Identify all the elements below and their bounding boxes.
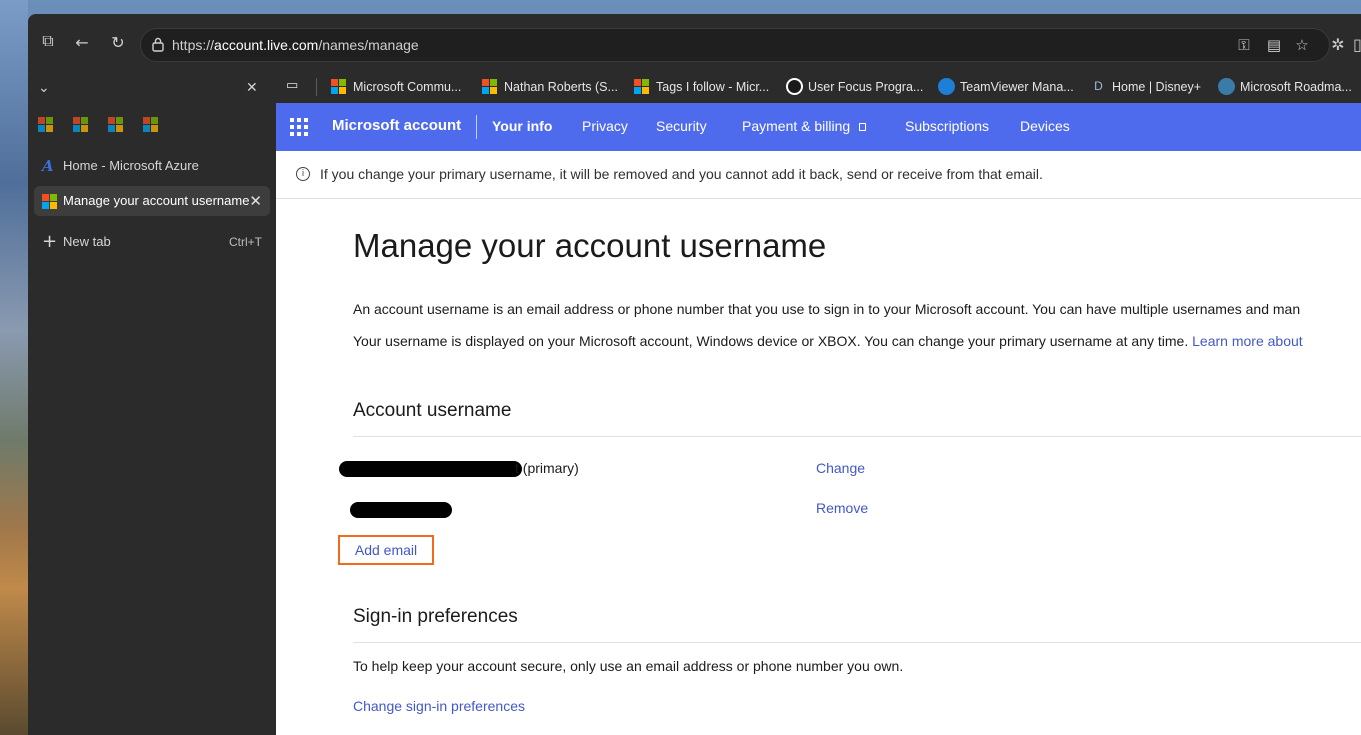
pinned-tabs — [38, 116, 178, 134]
brand-link[interactable]: Microsoft account — [332, 117, 461, 134]
username-paragraph: Your username is displayed on your Micro… — [353, 333, 1303, 349]
azure-icon: A — [42, 157, 54, 175]
plus-icon: + — [42, 231, 58, 252]
favorite-item[interactable]: Tags I follow - Micr... — [634, 78, 769, 96]
tab-label: Home - Microsoft Azure — [63, 158, 199, 173]
browser-window: ⧉ ← ↻ https://account.live.com/names/man… — [28, 14, 1361, 735]
microsoft-logo-icon — [634, 79, 649, 94]
desktop-wallpaper — [0, 0, 28, 735]
nav-payment-billing[interactable]: Payment & billing — [742, 118, 867, 134]
username-paragraph-text: Your username is displayed on your Micro… — [353, 333, 1189, 349]
workspaces-icon[interactable]: ⧉ — [38, 31, 58, 51]
favorite-label: Microsoft Roadma... — [1240, 80, 1352, 94]
page-title: Manage your account username — [353, 227, 827, 264]
favorite-item[interactable]: Microsoft Commu... — [331, 78, 461, 96]
nav-divider — [476, 115, 477, 139]
roadmap-icon — [1218, 78, 1235, 95]
divider — [353, 642, 1361, 643]
favorite-label: Nathan Roberts (S... — [504, 80, 618, 94]
favorite-item[interactable]: TeamViewer Mana... — [938, 78, 1074, 96]
tab-new-tab[interactable]: + New tab Ctrl+T — [34, 227, 270, 257]
pinned-tab-microsoft-icon[interactable] — [108, 117, 123, 133]
collections-icon[interactable]: ▭ — [286, 78, 304, 96]
favorites-bar: ▭ Microsoft Commu... Nathan Roberts (S..… — [276, 70, 1361, 104]
favorite-item[interactable]: Nathan Roberts (S... — [482, 78, 618, 96]
external-link-icon — [859, 123, 867, 132]
app-launcher-icon[interactable] — [290, 118, 308, 136]
ms-account-nav: Microsoft account Your info Privacy Secu… — [276, 103, 1361, 151]
tab-label: New tab — [63, 234, 111, 249]
pinned-tab-microsoft-icon[interactable] — [73, 117, 88, 133]
nav-label: Payment & billing — [742, 118, 851, 134]
microsoft-logo-icon — [482, 79, 497, 94]
info-banner-text: If you change your primary username, it … — [320, 166, 1043, 182]
redacted-email — [339, 461, 522, 477]
nav-your-info[interactable]: Your info — [492, 118, 552, 134]
microsoft-logo-icon — [42, 194, 57, 209]
nav-devices[interactable]: Devices — [1020, 118, 1070, 134]
tab-manage-username[interactable]: Manage your account username ✕ — [34, 186, 270, 216]
shortcut-hint: Ctrl+T — [229, 235, 262, 249]
url-text: https://account.live.com/names/manage — [172, 37, 419, 53]
nav-privacy[interactable]: Privacy — [582, 118, 628, 134]
redacted-alias — [350, 502, 452, 518]
address-bar[interactable]: https://account.live.com/names/manage ⚿ … — [140, 28, 1330, 62]
microsoft-logo-icon — [331, 79, 346, 94]
profile-icon[interactable]: ▯ — [1353, 35, 1361, 55]
signin-prefs-text: To help keep your account secure, only u… — [353, 658, 904, 674]
favorite-item[interactable]: Microsoft Roadma... — [1218, 78, 1352, 96]
favorite-label: TeamViewer Mana... — [960, 80, 1074, 94]
favorite-label: Home | Disney+ — [1112, 80, 1202, 94]
disney-icon: D — [1094, 79, 1103, 93]
favorite-label: User Focus Progra... — [808, 80, 924, 94]
unpin-icon[interactable]: ✕ — [246, 80, 264, 98]
learn-more-link[interactable]: Learn more about — [1192, 333, 1303, 349]
tab-home-azure[interactable]: A Home - Microsoft Azure — [34, 151, 270, 181]
favorite-item[interactable]: User Focus Progra... — [786, 78, 923, 96]
password-key-icon[interactable]: ⚿ — [1235, 36, 1253, 54]
vertical-tabs-sidebar: ⌄ ✕ A Home - Microsoft Azure Manage your… — [28, 70, 276, 735]
chevron-down-icon[interactable]: ⌄ — [38, 80, 56, 98]
reader-mode-icon[interactable]: ▤ — [1265, 36, 1283, 54]
nav-subscriptions[interactable]: Subscriptions — [905, 118, 989, 134]
info-icon: i — [296, 167, 310, 181]
tab-label: Manage your account username — [63, 193, 250, 208]
favorite-label: Tags I follow - Micr... — [656, 80, 770, 94]
add-email-link[interactable]: Add email — [338, 535, 434, 565]
section-title-account-username: Account username — [353, 400, 512, 421]
change-signin-prefs-link[interactable]: Change sign-in preferences — [353, 698, 525, 714]
remove-link[interactable]: Remove — [816, 500, 868, 516]
favorites-divider — [316, 78, 317, 96]
primary-label: t (primary) — [515, 460, 579, 476]
lock-icon — [151, 36, 167, 54]
divider — [353, 436, 1361, 437]
user-focus-icon — [786, 78, 803, 95]
favorite-star-icon[interactable]: ☆ — [1293, 36, 1311, 54]
pinned-tab-microsoft-icon[interactable] — [38, 117, 53, 133]
section-title-signin-prefs: Sign-in preferences — [353, 606, 518, 627]
favorite-label: Microsoft Commu... — [353, 80, 462, 94]
change-link[interactable]: Change — [816, 460, 865, 476]
info-banner: i If you change your primary username, i… — [276, 151, 1361, 199]
pinned-tab-microsoft-icon[interactable] — [143, 117, 158, 133]
extensions-icon[interactable]: ✲ — [1328, 35, 1348, 55]
refresh-icon[interactable]: ↻ — [108, 33, 128, 53]
favorite-item[interactable]: D Home | Disney+ — [1090, 78, 1201, 96]
nav-security[interactable]: Security — [656, 118, 707, 134]
close-icon[interactable]: ✕ — [249, 186, 262, 216]
intro-paragraph: An account username is an email address … — [353, 301, 1301, 317]
page-content: Microsoft account Your info Privacy Secu… — [276, 103, 1361, 735]
back-icon[interactable]: ← — [72, 33, 92, 53]
teamviewer-icon — [938, 78, 955, 95]
browser-toolbar: ⧉ ← ↻ https://account.live.com/names/man… — [28, 14, 1361, 70]
